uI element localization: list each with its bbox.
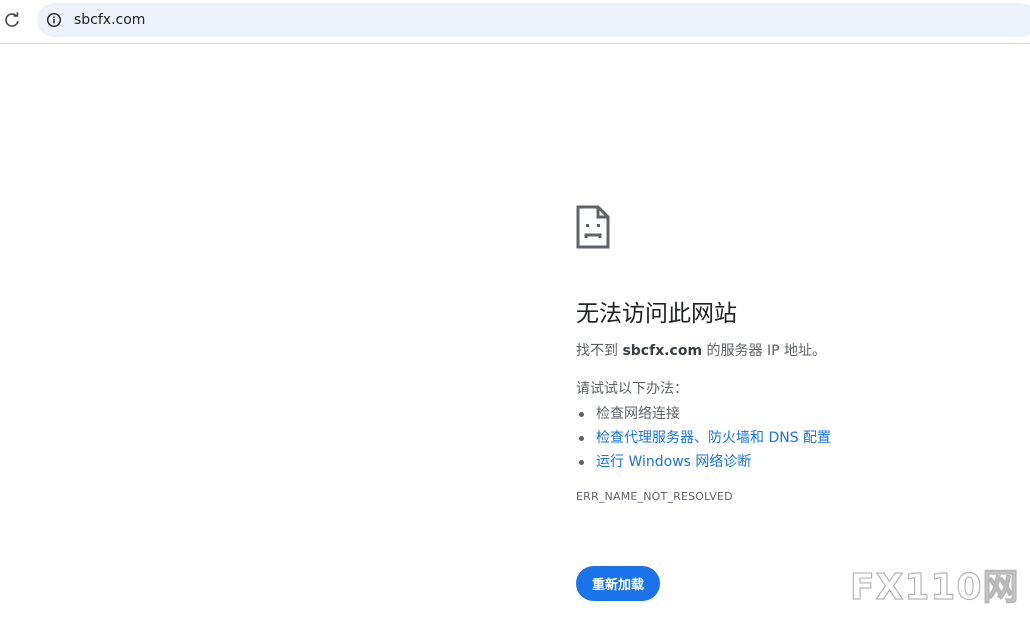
url-text[interactable]: sbcfx.com xyxy=(74,11,145,29)
error-summary: 找不到 sbcfx.com 的服务器 IP 地址。 xyxy=(576,341,1016,361)
summary-suffix: 的服务器 IP 地址。 xyxy=(702,343,826,359)
suggestion-check-connection: 检查网络连接 xyxy=(579,402,1016,426)
info-icon[interactable] xyxy=(45,11,63,29)
reload-icon[interactable] xyxy=(0,6,24,34)
summary-prefix: 找不到 xyxy=(576,343,623,359)
suggestion-check-proxy-link[interactable]: 检查代理服务器、防火墙和 DNS 配置 xyxy=(579,426,1016,450)
error-page-content: 无法访问此网站 找不到 sbcfx.com 的服务器 IP 地址。 请试试以下办… xyxy=(576,205,1016,601)
sad-document-icon xyxy=(576,205,610,249)
browser-toolbar: sbcfx.com xyxy=(0,0,1030,44)
address-bar[interactable]: sbcfx.com xyxy=(37,3,1030,37)
reload-button[interactable]: 重新加载 xyxy=(576,566,660,601)
page-title: 无法访问此网站 xyxy=(576,301,737,327)
suggestions-list: 检查网络连接 检查代理服务器、防火墙和 DNS 配置 运行 Windows 网络… xyxy=(576,402,1016,474)
suggestions-heading: 请试试以下办法： xyxy=(576,381,688,397)
summary-host: sbcfx.com xyxy=(622,343,703,359)
error-code: ERR_NAME_NOT_RESOLVED xyxy=(576,490,733,503)
watermark-logo: FX110网 xyxy=(849,567,1020,608)
suggestion-run-diagnostics-link[interactable]: 运行 Windows 网络诊断 xyxy=(579,450,1016,474)
